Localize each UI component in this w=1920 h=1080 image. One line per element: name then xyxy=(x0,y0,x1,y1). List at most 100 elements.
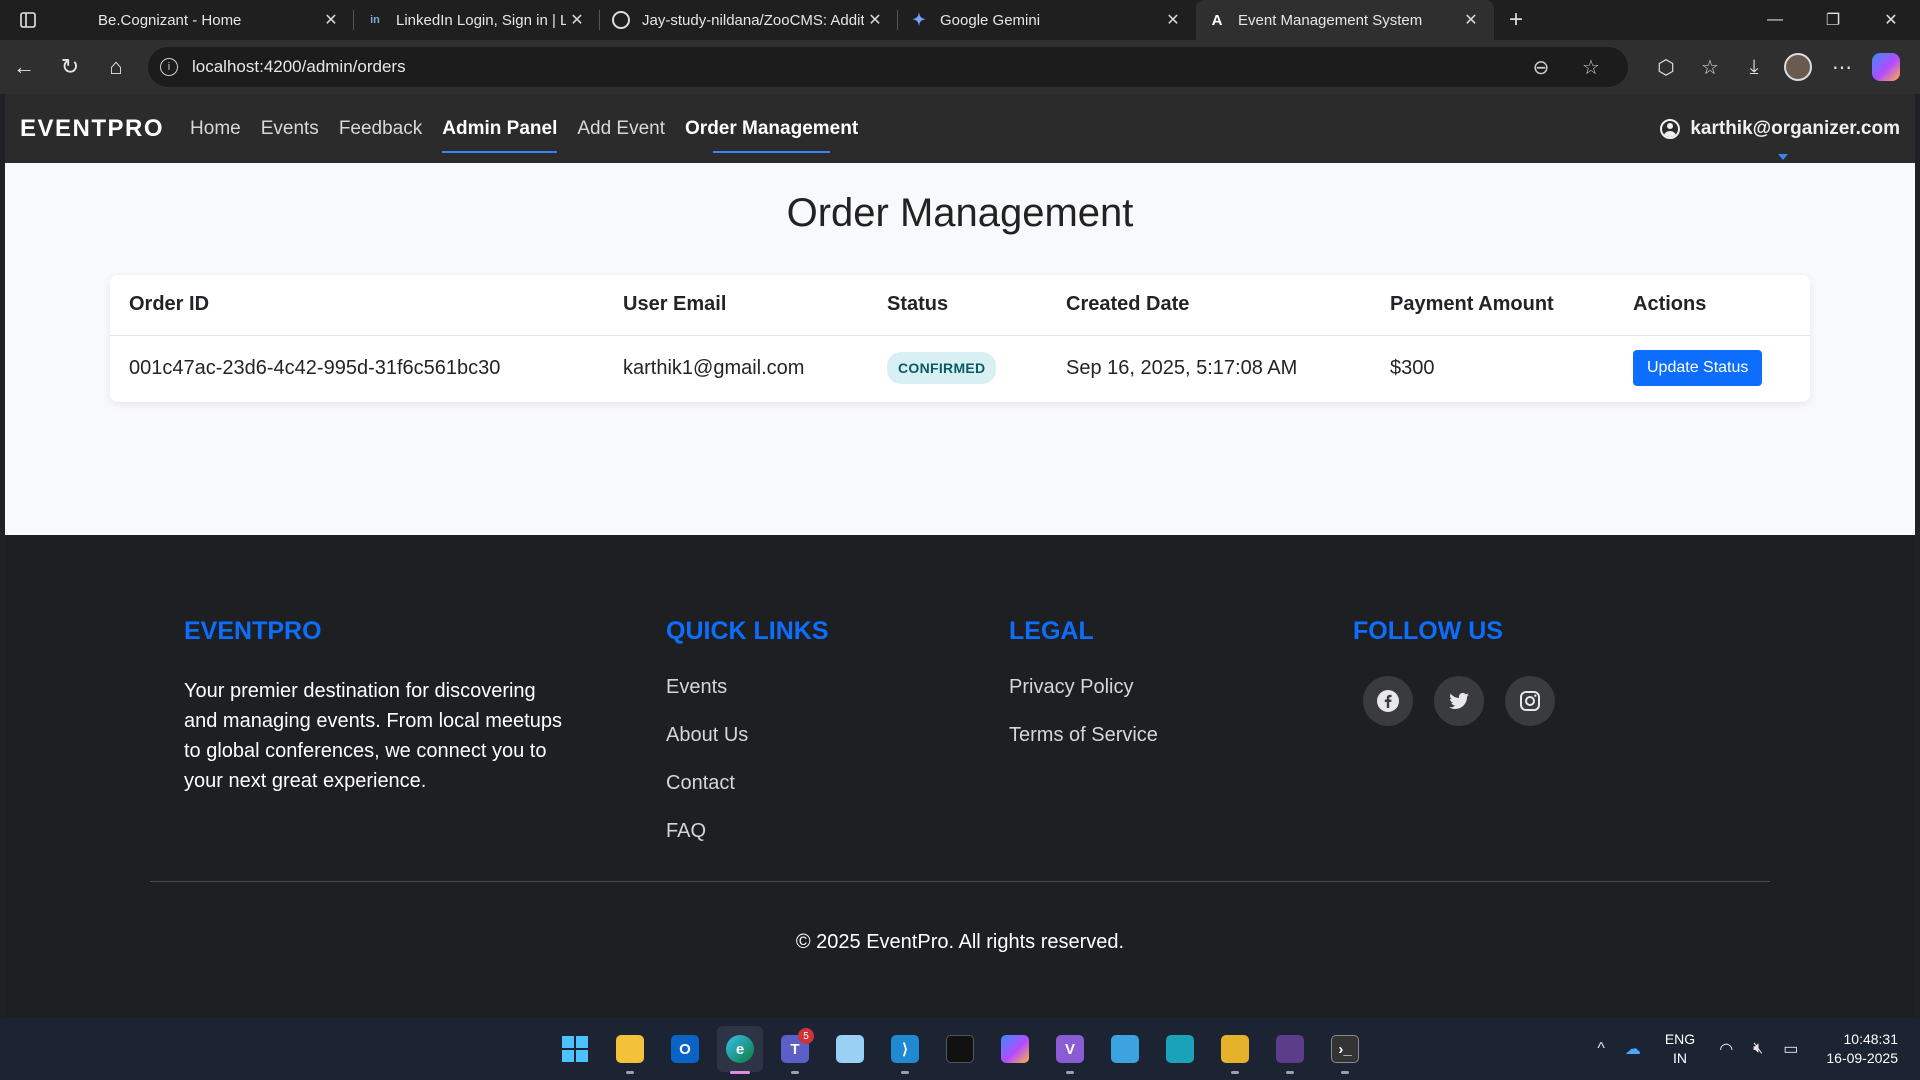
vscode-icon[interactable]: ⟩ xyxy=(882,1026,928,1074)
snipping-tool-icon[interactable] xyxy=(1212,1026,1258,1074)
table-row: 001c47ac-23d6-4c42-995d-31f6c561bc30 kar… xyxy=(110,335,1810,401)
instagram-icon[interactable] xyxy=(1505,676,1555,726)
wifi-icon[interactable]: ◠ xyxy=(1719,1039,1733,1059)
nav-home[interactable]: Home xyxy=(190,118,241,140)
update-status-button[interactable]: Update Status xyxy=(1633,350,1763,387)
angular-icon: A xyxy=(1211,11,1223,29)
cognizant-icon xyxy=(68,11,86,29)
footer-link-contact[interactable]: Contact xyxy=(666,772,829,795)
web-page: EVENTPRO Home Events Feedback Admin Pane… xyxy=(5,94,1915,1018)
tab-title: Jay-study-nildana/ZooCMS: Addit xyxy=(642,11,864,29)
footer-link-privacy-policy[interactable]: Privacy Policy xyxy=(1009,676,1158,699)
follow-us-heading: FOLLOW US xyxy=(1353,617,1503,645)
tab-title: Be.Cognizant - Home xyxy=(98,11,242,29)
lang-line-1: ENG xyxy=(1664,1031,1696,1047)
dark-app-icon[interactable] xyxy=(937,1026,983,1072)
teams-icon[interactable]: T5 xyxy=(772,1026,818,1074)
tab-title: Google Gemini xyxy=(940,11,1041,29)
col-status: Status xyxy=(868,275,1047,336)
profile-avatar[interactable] xyxy=(1776,45,1820,89)
file-explorer-icon[interactable] xyxy=(607,1026,653,1074)
nav-add-event[interactable]: Add Event xyxy=(577,118,665,140)
onedrive-icon[interactable]: ☁ xyxy=(1625,1039,1641,1059)
notepad-icon[interactable] xyxy=(1102,1026,1148,1072)
close-tab-icon[interactable]: ✕ xyxy=(566,10,588,30)
user-menu[interactable]: karthik@organizer.com xyxy=(1660,118,1900,160)
footer-link-faq[interactable]: FAQ xyxy=(666,820,829,843)
nav-admin-panel[interactable]: Admin Panel xyxy=(442,118,558,153)
url-text[interactable]: localhost:4200/admin/orders xyxy=(192,57,1516,77)
close-tab-icon[interactable]: ✕ xyxy=(320,10,342,30)
footer-brand-column: EVENTPRO Your premier destination for di… xyxy=(184,617,574,796)
restore-icon[interactable]: ❐ xyxy=(1804,0,1862,40)
browser-tab[interactable]: in LinkedIn Login, Sign in | LinkedIn ✕ xyxy=(354,0,600,40)
system-tray: ^ ☁ ENG IN ◠ 🔇︎ ▭ 10:48:31 16-09-2025 xyxy=(1587,1018,1920,1080)
footer-link-about-us[interactable]: About Us xyxy=(666,724,829,747)
browser-tab[interactable]: Be.Cognizant - Home ✕ xyxy=(56,0,354,40)
footer-description: Your premier destination for discovering… xyxy=(184,680,562,792)
order-id-cell: 001c47ac-23d6-4c42-995d-31f6c561bc30 xyxy=(129,356,501,379)
footer-link-terms-of-service[interactable]: Terms of Service xyxy=(1009,724,1158,747)
terminal-icon[interactable]: ›_ xyxy=(1322,1026,1368,1074)
terminal-purple-icon[interactable] xyxy=(1267,1026,1313,1074)
more-options-icon[interactable]: ⋯ xyxy=(1820,45,1864,89)
browser-tab-active[interactable]: A Event Management System ✕ xyxy=(1196,0,1494,40)
brand-logo[interactable]: EVENTPRO xyxy=(20,115,164,143)
home-icon[interactable]: ⌂ xyxy=(94,45,138,89)
close-tab-icon[interactable]: ✕ xyxy=(1162,10,1184,30)
payment-amount-cell: $300 xyxy=(1390,356,1435,379)
page-title: Order Management xyxy=(786,191,1134,235)
nav-order-management[interactable]: Order Management xyxy=(685,118,858,153)
footer-link-events[interactable]: Events xyxy=(666,676,829,699)
downloads-icon[interactable]: ⤓ xyxy=(1732,45,1776,89)
favorites-icon[interactable]: ☆ xyxy=(1688,45,1732,89)
copilot-app-icon[interactable] xyxy=(992,1026,1038,1072)
close-tab-icon[interactable]: ✕ xyxy=(864,10,886,30)
browser-tab[interactable]: ✦ Google Gemini ✕ xyxy=(898,0,1196,40)
minimize-icon[interactable]: — xyxy=(1746,0,1804,40)
paint-icon[interactable] xyxy=(827,1026,873,1072)
nav-feedback[interactable]: Feedback xyxy=(339,118,422,140)
new-tab-button[interactable]: + xyxy=(1494,6,1538,34)
tab-actions-icon[interactable] xyxy=(0,0,56,40)
clock-time: 10:48:31 xyxy=(1843,1031,1899,1047)
clock-date: 16-09-2025 xyxy=(1826,1050,1898,1066)
site-info-icon[interactable]: i xyxy=(160,58,178,76)
close-tab-icon[interactable]: ✕ xyxy=(1460,10,1482,30)
tab-title: LinkedIn Login, Sign in | LinkedIn xyxy=(396,11,566,29)
browser-tab[interactable]: Jay-study-nildana/ZooCMS: Addit ✕ xyxy=(600,0,898,40)
facebook-icon[interactable] xyxy=(1363,676,1413,726)
reading-mode-icon[interactable]: ⊖ xyxy=(1516,55,1566,80)
close-window-icon[interactable]: ✕ xyxy=(1862,0,1920,40)
edge-icon[interactable]: e xyxy=(717,1026,763,1074)
footer-quick-links-column: QUICK LINKS Events About Us Contact FAQ xyxy=(666,617,829,868)
copilot-icon[interactable] xyxy=(1864,45,1908,89)
battery-icon[interactable]: ▭ xyxy=(1783,1039,1798,1059)
extensions-icon[interactable]: ⬡ xyxy=(1644,45,1688,89)
outlook-icon[interactable]: O xyxy=(662,1026,708,1072)
legal-heading: LEGAL xyxy=(1009,617,1094,645)
azure-data-studio-icon[interactable] xyxy=(1157,1026,1203,1072)
teams-notification-badge: 5 xyxy=(798,1028,814,1044)
col-payment-amount: Payment Amount xyxy=(1371,275,1614,336)
nav-events[interactable]: Events xyxy=(261,118,319,140)
start-button[interactable] xyxy=(552,1026,598,1072)
browser-tab-strip: Be.Cognizant - Home ✕ in LinkedIn Login,… xyxy=(0,0,1920,40)
clock[interactable]: 10:48:31 16-09-2025 xyxy=(1826,1030,1898,1068)
favorite-star-icon[interactable]: ☆ xyxy=(1566,55,1616,80)
created-date-cell: Sep 16, 2025, 5:17:08 AM xyxy=(1066,356,1298,379)
window-controls: — ❐ ✕ xyxy=(1746,0,1920,40)
col-user-email: User Email xyxy=(604,275,868,336)
footer-divider xyxy=(150,881,1770,882)
language-indicator[interactable]: ENG IN xyxy=(1665,1030,1695,1068)
visual-studio-icon[interactable]: V xyxy=(1047,1026,1093,1074)
orders-table: Order ID User Email Status Created Date … xyxy=(110,275,1810,401)
windows-taskbar: O e T5 ⟩ V ›_ ^ ☁ ENG IN ◠ 🔇︎ ▭ 10:48:31… xyxy=(0,1018,1920,1080)
address-bar[interactable]: i localhost:4200/admin/orders ⊖ ☆ xyxy=(148,47,1628,87)
lang-line-2: IN xyxy=(1673,1050,1688,1066)
chevron-up-icon[interactable]: ^ xyxy=(1597,1040,1605,1058)
twitter-icon[interactable] xyxy=(1434,676,1484,726)
volume-muted-icon[interactable]: 🔇︎ xyxy=(1753,1040,1763,1058)
refresh-icon[interactable]: ↻ xyxy=(48,45,92,89)
back-icon[interactable]: ← xyxy=(2,45,46,89)
